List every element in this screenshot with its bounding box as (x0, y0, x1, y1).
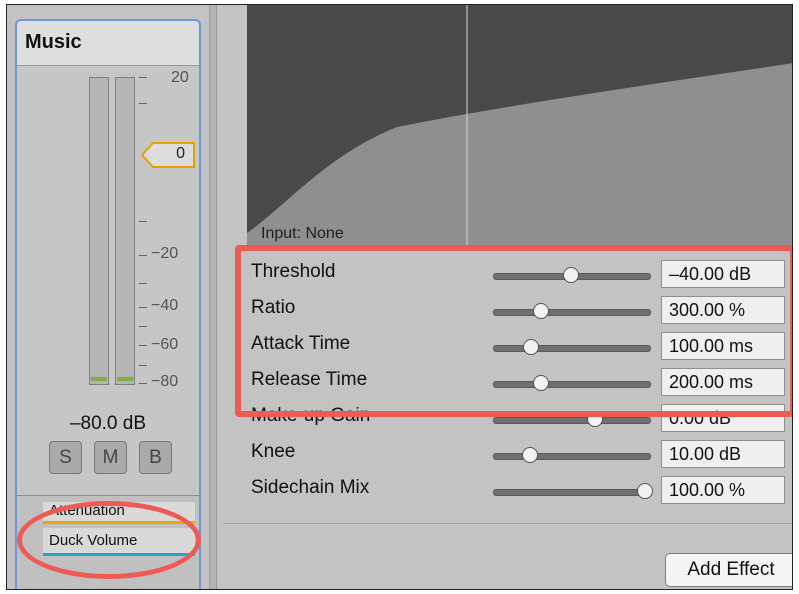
param-label: Knee (251, 441, 296, 462)
add-effect-button[interactable]: Add Effect (665, 553, 792, 587)
param-slider-track[interactable] (493, 489, 651, 496)
scale-label: −40 (151, 297, 179, 314)
scale-tick (139, 365, 147, 366)
param-value-field[interactable]: 10.00 dB (661, 440, 785, 468)
solo-button[interactable]: S (49, 441, 82, 474)
scale-label: 20 (171, 69, 189, 86)
scale-tick (139, 383, 147, 384)
panel-splitter[interactable] (209, 5, 217, 589)
scale-tick (139, 326, 147, 327)
level-meter-right (115, 77, 135, 385)
compression-curve (247, 5, 792, 251)
highlight-oval (17, 501, 201, 579)
graph-input-label: Input: None (261, 225, 344, 242)
scale-tick (139, 77, 147, 78)
param-slider-track[interactable] (493, 417, 651, 424)
db-scale: 20 −20 −40 −60 −80 (139, 69, 199, 390)
scale-tick (139, 103, 147, 104)
meter-level (91, 377, 107, 381)
param-slider-knob[interactable] (637, 483, 653, 499)
fader-handle-icon (141, 142, 195, 168)
param-label: Sidechain Mix (251, 477, 370, 498)
volume-fader-handle[interactable]: 0 (141, 142, 195, 168)
panel-divider (223, 523, 792, 524)
strip-title: Music (25, 31, 82, 53)
scale-tick (139, 307, 147, 308)
param-value-field[interactable]: 100.00 % (661, 476, 785, 504)
scale-label: −60 (151, 336, 179, 353)
scale-tick (139, 221, 147, 222)
param-slider-knob[interactable] (521, 447, 538, 463)
compressor-curve-graph: Input: None (247, 5, 792, 251)
audio-mixer-window: Music 20 −20 −40 −60 −80 0 –80.0 dB S M … (6, 4, 793, 590)
mute-button[interactable]: M (94, 441, 127, 474)
scale-label: −20 (151, 245, 179, 262)
volume-readout: –80.0 dB (69, 413, 147, 434)
level-meter-left (89, 77, 109, 385)
param-slider-track[interactable] (493, 453, 651, 460)
scale-label: −80 (151, 373, 179, 390)
scale-tick (139, 255, 147, 256)
strip-header: Music (17, 21, 199, 66)
bypass-button[interactable]: B (139, 441, 172, 474)
fader-value: 0 (176, 145, 185, 162)
meter-level (117, 377, 133, 381)
scale-tick (139, 283, 147, 284)
scale-tick (139, 345, 147, 346)
highlight-box (235, 245, 792, 417)
